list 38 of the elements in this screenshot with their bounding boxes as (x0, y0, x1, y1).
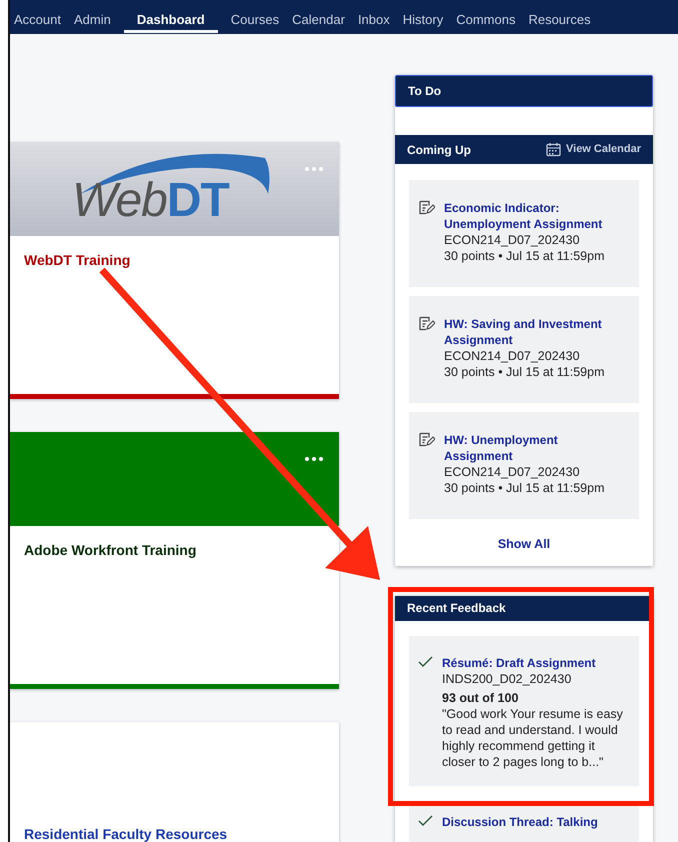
show-all-link[interactable]: Show All (498, 535, 550, 554)
feedback-comment: "Good work Your resume is easy to read and understand. I would highly recommend getting it closer to 2 pages long to b..." (442, 706, 624, 770)
course-code: ECON214_D07_202430 (444, 464, 581, 480)
nav-tab[interactable]: Resources (528, 0, 591, 33)
course-title[interactable]: Adobe Workfront Training (24, 542, 196, 558)
nav-tab[interactable]: Commons (456, 0, 516, 33)
nav-tab[interactable]: Admin (74, 0, 111, 33)
nav-tab[interactable]: Inbox (358, 0, 390, 33)
assignment-icon (418, 432, 435, 447)
feedback-title[interactable]: Résumé: Draft Assignment (442, 654, 629, 671)
nav-tab[interactable]: Dashboard (124, 0, 218, 33)
nav-tab[interactable]: Account (14, 0, 61, 33)
assignment-details: 30 points • Jul 15 at 11:59pm (444, 480, 606, 496)
calendar-icon (546, 142, 561, 157)
check-icon (418, 814, 433, 827)
nav-tab[interactable]: Courses (230, 0, 280, 33)
feedback-title[interactable]: Discussion Thread: Talking (442, 814, 598, 830)
assignment-title[interactable]: Economic Indicator: Unemployment Assignment (444, 200, 629, 232)
nav-tab[interactable]: History (402, 0, 444, 33)
course-code: ECON214_D07_202430 (444, 348, 581, 364)
score-text: 93 out of 100 (442, 690, 520, 706)
panel-title: Coming Up (407, 142, 471, 158)
assignment-details: 30 points • Jul 15 at 11:59pm (444, 364, 606, 380)
assignment-icon (418, 316, 435, 331)
check-icon (418, 654, 433, 668)
assignment-icon (418, 200, 435, 215)
assignment-details: 30 points • Jul 15 at 11:59pm (444, 248, 606, 264)
course-code: INDS200_D02_202430 (442, 670, 572, 687)
course-title[interactable]: WebDT Training (24, 252, 130, 268)
assignment-title[interactable]: HW: Saving and Investment Assignment (444, 316, 629, 348)
course-title[interactable]: Residential Faculty Resources (24, 826, 228, 842)
panel-header: To Do (395, 75, 653, 107)
view-calendar-link[interactable]: View Calendar (546, 141, 641, 158)
logo-text: WebDT (72, 177, 229, 225)
nav-tab[interactable]: Calendar (292, 0, 345, 33)
more-options-icon[interactable] (305, 457, 323, 461)
assignment-title[interactable]: HW: Unemployment Assignment (444, 432, 629, 464)
course-code: ECON214_D07_202430 (444, 232, 581, 248)
